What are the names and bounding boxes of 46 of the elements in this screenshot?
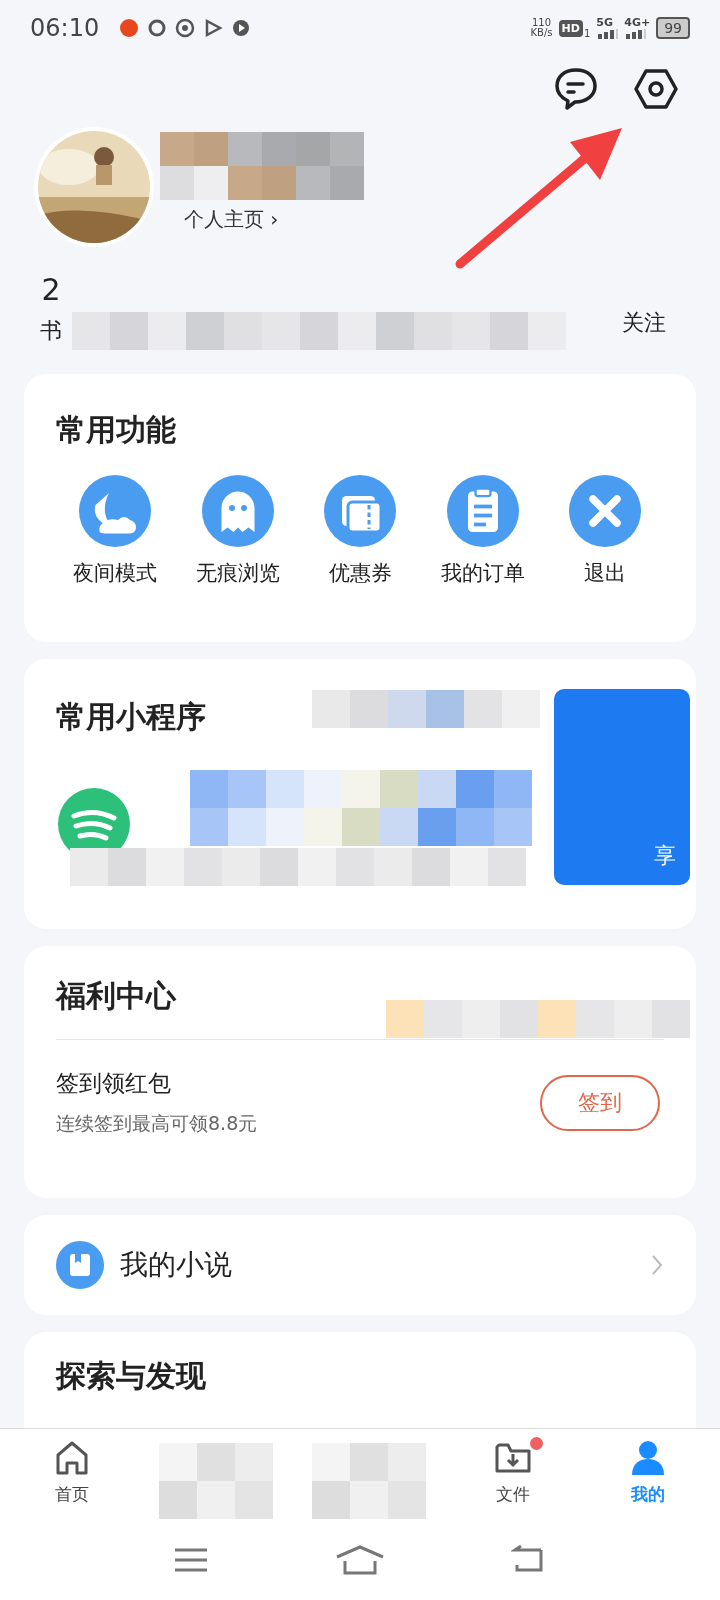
ghost-icon xyxy=(201,475,274,547)
banner-text: 享 xyxy=(654,842,677,870)
battery-level: 99 xyxy=(656,17,690,39)
network-type: 5G xyxy=(596,17,613,29)
app-icon xyxy=(231,18,252,38)
moon-cloud-icon xyxy=(79,475,151,547)
home-icon[interactable] xyxy=(335,1545,385,1575)
network-speed: 110 xyxy=(532,18,552,28)
speed-unit: KB/s xyxy=(530,28,553,38)
section-title: 探索与发现 xyxy=(56,1357,206,1395)
profile-link[interactable]: 个人主页 › xyxy=(174,206,279,233)
app-icon xyxy=(175,18,196,38)
hd-badge: HD xyxy=(558,19,583,37)
app-icon xyxy=(147,18,168,38)
sim-number: 1 xyxy=(583,28,591,39)
shortcut-item[interactable]: 优惠券 xyxy=(305,475,415,587)
promo-banner[interactable]: 享 xyxy=(554,689,690,885)
clipboard-icon xyxy=(446,475,519,547)
signal-icon xyxy=(624,29,647,39)
avatar[interactable] xyxy=(34,127,154,247)
novel-row[interactable]: 我的小说 xyxy=(24,1215,696,1315)
tab-item[interactable]: 首页 xyxy=(24,1437,120,1520)
stat-value: 2 xyxy=(41,272,61,306)
novel-label: 我的小说 xyxy=(120,1247,232,1283)
book-icon xyxy=(56,1241,104,1289)
stat-label: 书 xyxy=(40,317,62,345)
message-icon[interactable] xyxy=(552,65,600,113)
shortcut-item[interactable]: 夜间模式 xyxy=(60,475,170,587)
shortcut-item[interactable]: 我的订单 xyxy=(427,475,538,587)
shortcut-item[interactable]: 退出 xyxy=(550,475,660,587)
network-type: 4G+ xyxy=(624,17,651,29)
stat-label: 关注 xyxy=(622,309,666,337)
app-icon xyxy=(119,18,140,38)
task-hint: 连续签到最高可领8.8元 xyxy=(56,1111,258,1136)
section-title: 常用小程序 xyxy=(56,698,206,736)
clock-time: 06:10 xyxy=(30,14,100,42)
app-icon xyxy=(203,18,224,38)
close-icon xyxy=(569,475,641,547)
chevron-right-icon xyxy=(650,1253,664,1277)
shortcut-item[interactable]: 无痕浏览 xyxy=(182,475,293,587)
section-title: 常用功能 xyxy=(56,411,176,449)
section-title: 福利中心 xyxy=(56,977,176,1015)
tab-item[interactable]: 文件 xyxy=(465,1437,561,1520)
task-title: 签到领红包 xyxy=(56,1069,172,1098)
ticket-icon xyxy=(324,475,396,547)
signal-icon xyxy=(596,29,619,39)
